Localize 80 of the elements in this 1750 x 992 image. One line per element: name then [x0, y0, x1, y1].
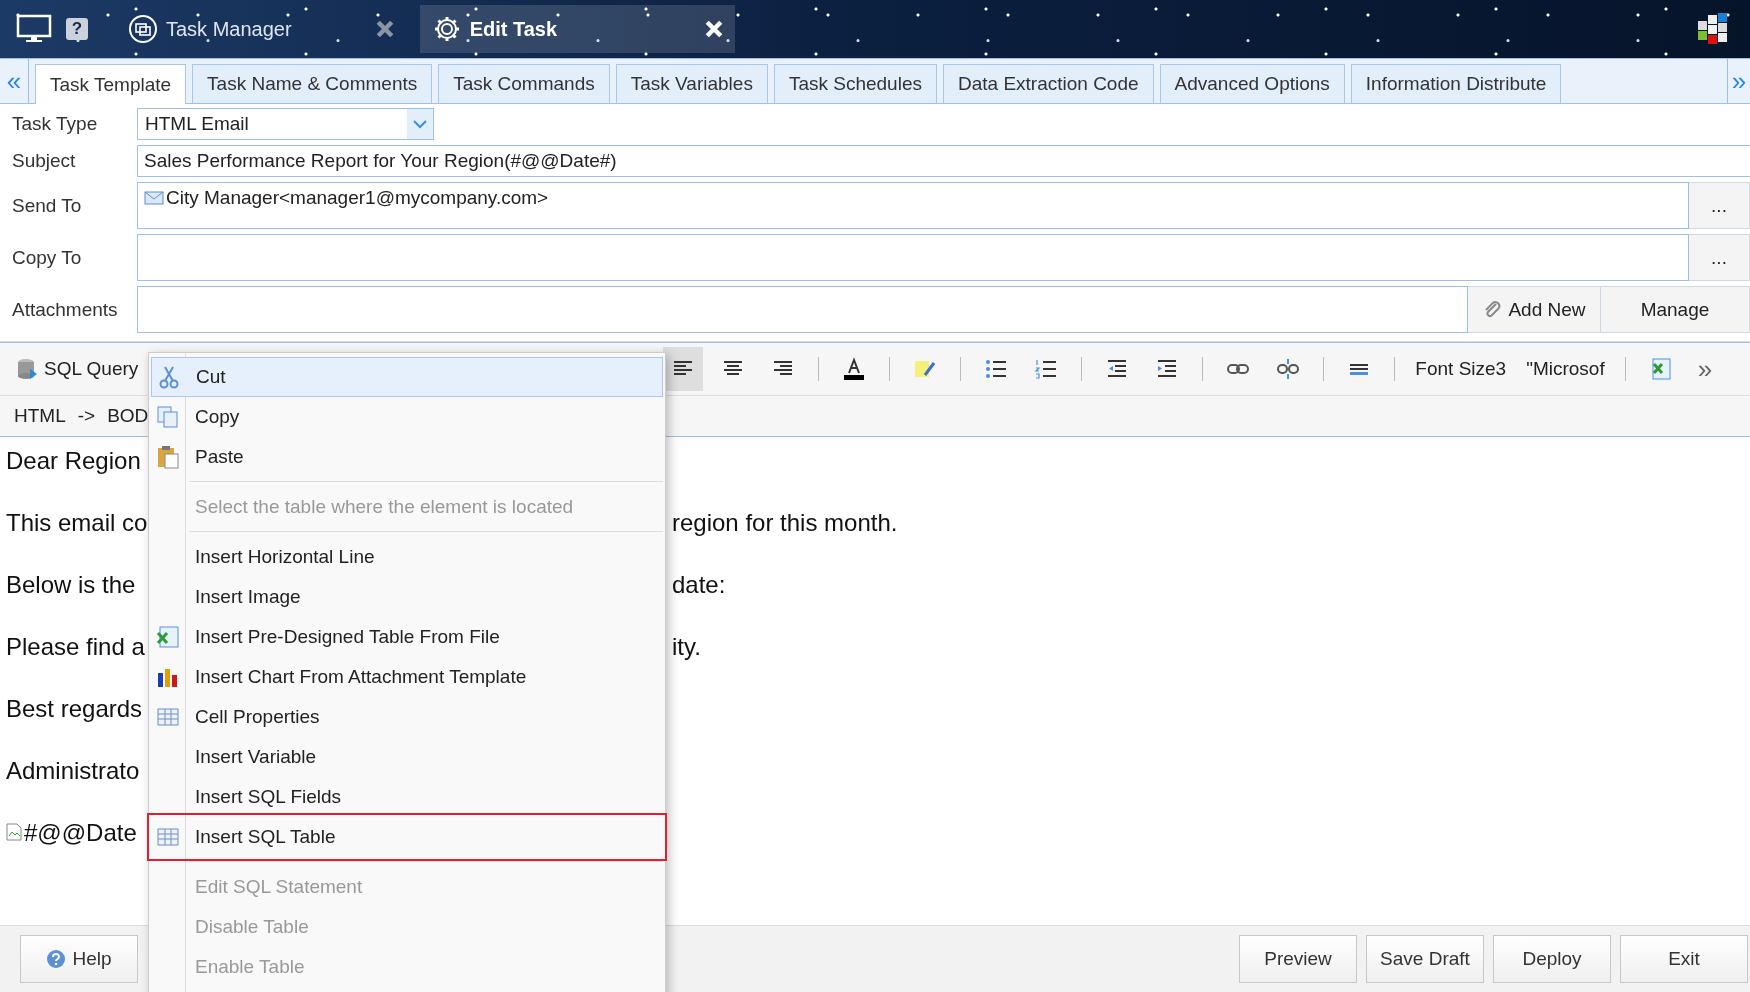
tab[interactable]: Task Variables — [615, 64, 768, 103]
footer-button[interactable]: Preview — [1239, 935, 1357, 983]
help-button[interactable]: Help — [20, 935, 138, 983]
tab-label: Task Manager — [166, 17, 292, 41]
image-alt-text: #@@Date — [6, 819, 137, 847]
browse-button[interactable]: ... — [1689, 234, 1750, 281]
task-type-dropdown[interactable]: HTML Email — [137, 108, 434, 140]
footer-button[interactable]: Save Draft — [1366, 935, 1484, 983]
paragraph-text: Administrato — [6, 757, 140, 785]
menu-item[interactable]: Copy — [151, 397, 663, 437]
menu-item[interactable]: Cell Properties — [151, 697, 663, 737]
envelope-icon — [144, 191, 164, 205]
paragraph-text: Dear Region — [6, 447, 141, 475]
menu-item[interactable]: Paste — [151, 437, 663, 477]
field-label: Attachments — [11, 298, 119, 321]
tab[interactable]: Data Extraction Code — [942, 64, 1154, 103]
font-color-icon — [842, 357, 867, 381]
table-icon — [157, 707, 179, 727]
paragraph-text: Best regards — [6, 695, 143, 723]
tab[interactable]: Task Commands — [438, 64, 610, 103]
tab[interactable]: Task Schedules — [773, 64, 937, 103]
menu-item[interactable]: Insert Image — [151, 577, 663, 617]
database-icon — [16, 357, 38, 381]
paragraph-text: date: — [672, 571, 726, 599]
table-icon — [157, 827, 179, 847]
window-tab[interactable]: Edit Task — [419, 5, 736, 53]
numbered-list-icon — [1034, 357, 1059, 381]
recipient-chip[interactable]: City Manager<manager1@mycompany.com> — [144, 187, 549, 209]
add-new-button[interactable]: Add New — [1468, 286, 1601, 333]
paragraph-text: Please find a — [6, 633, 145, 661]
subject-field[interactable]: Sales Performance Report for Your Region(#@@Date#) — [137, 145, 1750, 177]
tab[interactable]: Advanced Options — [1159, 64, 1345, 103]
spreadsheet-icon — [156, 625, 180, 649]
window-tab[interactable]: Task Manager — [116, 5, 406, 53]
footer-button[interactable]: Exit — [1620, 935, 1748, 983]
tab[interactable]: Task Name & Comments — [192, 64, 433, 103]
copy-to-field[interactable] — [137, 234, 1689, 281]
attachments-field[interactable] — [137, 286, 1468, 333]
field-label: Task Type — [11, 113, 99, 135]
menu-item[interactable]: Insert Horizontal Line — [151, 537, 663, 577]
paperclip-icon — [1482, 299, 1503, 320]
menu-item[interactable]: Insert SQL Fields — [151, 777, 663, 817]
scissors-icon — [159, 365, 179, 389]
monitor-icon[interactable] — [16, 14, 52, 44]
paragraph-text: region for this month. — [672, 509, 898, 537]
tab-label: Edit Task — [469, 17, 558, 41]
paragraph-text: This email co — [6, 509, 148, 537]
tab[interactable]: Task Template — [35, 64, 187, 104]
manage-button[interactable]: Manage — [1601, 286, 1750, 333]
field-label: Subject — [11, 150, 77, 172]
paragraph-text: ity. — [672, 633, 701, 661]
close-icon[interactable] — [375, 20, 394, 38]
align-left-button[interactable] — [663, 347, 704, 391]
copy-icon — [156, 405, 180, 429]
font-dropdown[interactable]: Font Size3 — [1415, 358, 1507, 380]
bullet-list-icon — [984, 357, 1009, 381]
more-button[interactable]: » — [1697, 353, 1713, 385]
broken-image-icon — [6, 823, 22, 841]
help-button[interactable]: ? — [66, 18, 88, 40]
menu-item[interactable]: Cut — [151, 357, 663, 397]
browse-button[interactable]: ... — [1689, 182, 1750, 229]
tab[interactable]: Information Distribute — [1350, 64, 1562, 103]
clipboard-icon — [156, 445, 180, 469]
paragraph-text: Below is the — [6, 571, 136, 599]
font-dropdown[interactable]: "Microsof — [1526, 358, 1605, 380]
sql-query-button[interactable]: SQL Query — [16, 357, 139, 381]
menu-item[interactable]: Insert Chart From Attachment Template — [151, 657, 663, 697]
menu-item[interactable]: Insert SQL Table — [151, 817, 663, 857]
caret-icon — [407, 109, 433, 139]
field-label: Send To — [11, 194, 83, 217]
menu-item[interactable]: Insert Pre-Designed Table From File — [151, 617, 663, 657]
unlink-icon — [1276, 357, 1301, 381]
footer-button[interactable]: Deploy — [1493, 935, 1611, 983]
breadcrumb-item[interactable]: -> — [77, 405, 96, 427]
menu-item[interactable]: Insert Variable — [151, 737, 663, 777]
breadcrumb-item[interactable]: HTML — [14, 405, 66, 427]
breadcrumb-item[interactable]: BOD — [107, 405, 149, 427]
windows-icon — [128, 14, 158, 44]
field-label: Copy To — [11, 246, 83, 269]
help-icon — [46, 949, 67, 969]
